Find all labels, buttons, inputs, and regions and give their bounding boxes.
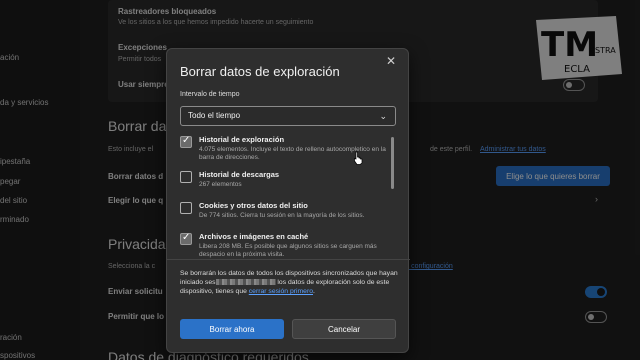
clear-browsing-data-dialog: Borrar datos de exploración ✕ Intervalo …: [166, 48, 410, 353]
item-desc: 267 elementos: [199, 181, 242, 188]
item-title: Archivos e imágenes en caché: [199, 232, 309, 241]
hand-cursor-icon: [354, 151, 363, 165]
dialog-title: Borrar datos de exploración: [180, 64, 340, 79]
checkbox-cookies[interactable]: [180, 202, 192, 214]
checkbox-download-history[interactable]: [180, 171, 192, 183]
item-title: Historial de descargas: [199, 170, 280, 179]
time-range-select[interactable]: Todo el tiempo ⌄: [180, 106, 396, 126]
data-type-list[interactable]: Historial de exploración 4.075 elementos…: [180, 135, 396, 259]
cancel-button[interactable]: Cancelar: [292, 319, 396, 339]
time-range-label: Intervalo de tiempo: [180, 91, 240, 98]
divider: [167, 259, 410, 260]
clear-now-button[interactable]: Borrar ahora: [180, 319, 284, 339]
checkbox-browsing-history[interactable]: [180, 135, 192, 148]
sync-note-end: .: [313, 288, 315, 295]
checkbox-cache[interactable]: [180, 232, 192, 245]
redacted-account: [215, 279, 276, 286]
time-range-value: Todo el tiempo: [188, 111, 241, 120]
close-icon[interactable]: ✕: [384, 54, 398, 68]
chevron-down-icon: ⌄: [379, 111, 387, 121]
sign-out-link[interactable]: cerrar sesión primero: [249, 288, 313, 295]
item-desc: Libera 208 MB. Es posible que algunos si…: [199, 243, 377, 258]
list-scrollbar[interactable]: [391, 137, 394, 189]
item-desc: De 774 sitios. Cierra tu sesión en la ma…: [199, 212, 365, 219]
item-title: Historial de exploración: [199, 135, 285, 144]
item-title: Cookies y otros datos del sitio: [199, 201, 308, 210]
sync-note: Se borrarán los datos de todos los dispo…: [180, 269, 400, 296]
